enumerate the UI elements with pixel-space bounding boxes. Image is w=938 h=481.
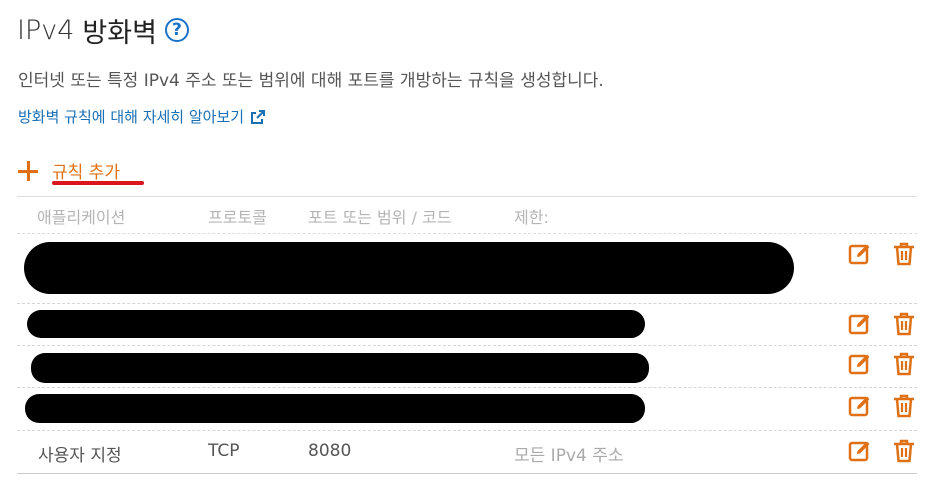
column-header-application: 애플리케이션 [37, 208, 126, 227]
page-title-prefix: IPv4 [17, 14, 75, 46]
page-title: 방화벽 [82, 17, 157, 49]
cell-restriction: 모든 IPv4 주소 [514, 446, 624, 466]
table-row [17, 388, 917, 431]
cell-application: 사용자 지정 [38, 446, 122, 466]
edit-icon[interactable] [847, 311, 873, 337]
column-header-protocol: 프로토콜 [208, 208, 267, 227]
trash-icon[interactable] [891, 241, 917, 267]
edit-icon[interactable] [847, 393, 873, 419]
trash-icon[interactable] [891, 311, 917, 337]
column-header-port: 포트 또는 범위 / 코드 [308, 208, 452, 227]
trash-icon[interactable] [891, 393, 917, 419]
firewall-rules-table: 애플리케이션 프로토콜 포트 또는 범위 / 코드 제한: 사용자 지정 TCP… [17, 196, 917, 474]
redacted-block [31, 353, 649, 383]
trash-icon[interactable] [891, 351, 917, 377]
help-icon[interactable]: ? [164, 18, 189, 42]
trash-icon[interactable] [891, 438, 917, 464]
edit-icon[interactable] [847, 241, 873, 267]
description-text: 인터넷 또는 특정 IPv4 주소 또는 범위에 대해 포트를 개방하는 규칙을… [18, 71, 604, 91]
learn-more-link[interactable]: 방화벽 규칙에 대해 자세히 알아보기 [18, 106, 266, 127]
edit-icon[interactable] [847, 438, 873, 464]
table-row [17, 304, 917, 346]
cell-protocol: TCP [208, 441, 240, 461]
table-header: 애플리케이션 프로토콜 포트 또는 범위 / 코드 제한: [17, 196, 917, 234]
external-link-icon[interactable] [250, 109, 266, 125]
add-rule-label[interactable]: 규칙 추가 [52, 158, 120, 183]
redacted-block [27, 310, 645, 338]
redacted-block [24, 242, 794, 294]
cell-port: 8080 [308, 441, 352, 461]
table-row [17, 234, 917, 304]
plus-icon[interactable] [17, 160, 39, 182]
column-header-restriction: 제한: [514, 208, 549, 227]
annotation-underline [52, 181, 144, 185]
table-row: 사용자 지정 TCP 8080 모든 IPv4 주소 [17, 431, 917, 474]
table-row [17, 346, 917, 388]
learn-more-label[interactable]: 방화벽 규칙에 대해 자세히 알아보기 [18, 106, 244, 127]
add-rule-button[interactable]: 규칙 추가 [17, 158, 120, 183]
redacted-block [25, 394, 645, 423]
page-header: IPv4 방화벽 ? [17, 10, 189, 50]
edit-icon[interactable] [847, 351, 873, 377]
